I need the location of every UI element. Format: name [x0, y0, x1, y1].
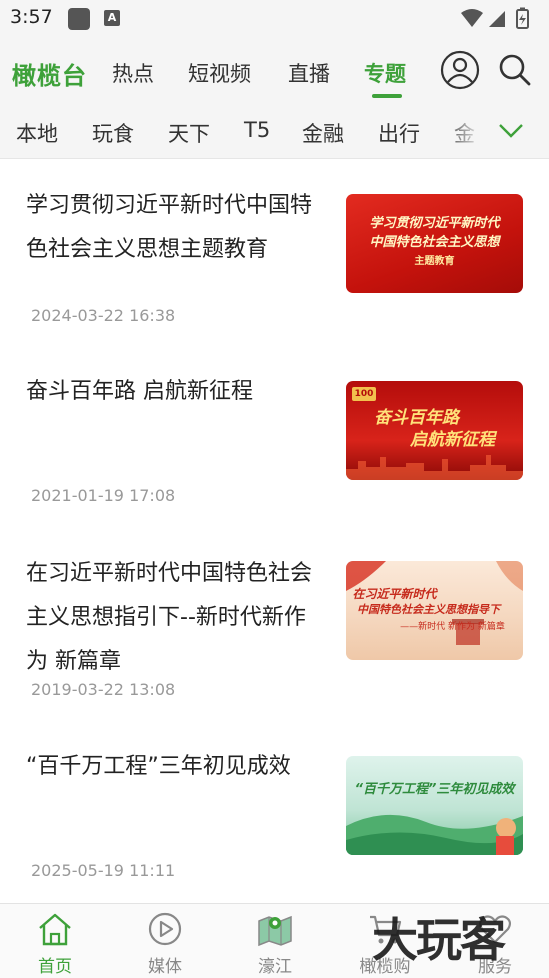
- tab-hot[interactable]: 热点: [112, 58, 154, 88]
- watermark: 大玩客: [372, 913, 506, 967]
- article-title[interactable]: 学习贯彻习近平新时代中国特色社会主义思想主题教育: [26, 184, 326, 272]
- channel-world[interactable]: 天下: [168, 118, 210, 148]
- status-time: 3:57: [10, 6, 53, 28]
- article-thumbnail[interactable]: 在习近平新时代 中国特色社会主义思想指导下 ——新时代 新作为 新篇章: [346, 561, 523, 660]
- channel-bar: 本地 玩食 天下 T5 金融 出行 金: [0, 102, 549, 159]
- bottom-nav-label: 媒体: [148, 957, 182, 977]
- article-thumbnail[interactable]: “百千万工程”三年初见成效: [346, 756, 523, 855]
- thumb-text: ——新时代 新作为 新篇章: [400, 622, 505, 632]
- bottom-nav-macau[interactable]: 濠江: [220, 904, 330, 978]
- tab-live[interactable]: 直播: [288, 58, 330, 88]
- article-date: 2024-03-22 16:38: [31, 306, 176, 325]
- chevron-down-icon[interactable]: [498, 122, 524, 144]
- thumb-text: 主题教育: [414, 256, 455, 267]
- channel-food[interactable]: 玩食: [92, 118, 134, 148]
- thumb-text: 启航新征程: [410, 430, 495, 450]
- channel-travel[interactable]: 出行: [378, 118, 420, 148]
- channel-local[interactable]: 本地: [16, 118, 58, 148]
- app-notification-icon: A: [104, 10, 120, 26]
- active-tab-indicator: [372, 94, 402, 98]
- signal-icon: [489, 11, 505, 27]
- bottom-nav-media[interactable]: 媒体: [110, 904, 220, 978]
- article-date: 2019-03-22 13:08: [31, 680, 176, 699]
- search-icon[interactable]: [497, 52, 533, 92]
- tab-topics[interactable]: 专题: [364, 58, 406, 88]
- thumb-text: “百千万工程”三年初见成效: [354, 782, 515, 797]
- article-title[interactable]: “百千万工程”三年初见成效: [26, 745, 326, 789]
- thumb-text: 在习近平新时代: [352, 587, 437, 601]
- channel-fade: [440, 102, 549, 158]
- channel-finance[interactable]: 金融: [302, 118, 344, 148]
- article-thumbnail[interactable]: 学习贯彻习近平新时代 中国特色社会主义思想 主题教育: [346, 194, 523, 293]
- bottom-nav-label: 濠江: [258, 957, 292, 977]
- skyline-graphic: [346, 455, 523, 480]
- tab-short-video[interactable]: 短视频: [188, 58, 251, 88]
- notification-icon: [68, 8, 90, 30]
- home-icon: [37, 911, 73, 951]
- map-icon: [257, 911, 293, 951]
- article-title[interactable]: 奋斗百年路 启航新征程: [26, 370, 326, 414]
- article-thumbnail[interactable]: 100 奋斗百年路 启航新征程: [346, 381, 523, 480]
- article-date: 2025-05-19 11:11: [31, 861, 176, 880]
- user-icon[interactable]: [440, 50, 480, 94]
- thumb-text: 中国特色社会主义思想指导下: [357, 603, 500, 616]
- bottom-nav-home[interactable]: 首页: [0, 904, 110, 978]
- wifi-icon: [461, 9, 483, 27]
- channel-t5[interactable]: T5: [244, 118, 270, 142]
- thumb-text: 学习贯彻习近平新时代: [369, 216, 500, 231]
- thumb-text: 中国特色社会主义思想: [369, 235, 500, 250]
- bottom-nav-label: 首页: [38, 957, 72, 977]
- article-date: 2021-01-19 17:08: [31, 486, 176, 505]
- play-icon: [147, 911, 183, 951]
- app-logo[interactable]: 橄榄台: [12, 56, 87, 91]
- status-bar: 3:57 A: [0, 0, 549, 36]
- anniversary-badge: 100: [352, 387, 376, 401]
- top-nav: 橄榄台 热点 短视频 直播 专题: [0, 36, 549, 102]
- article-title[interactable]: 在习近平新时代中国特色社会主义思想指引下--新时代新作为 新篇章: [26, 552, 326, 684]
- status-icons: [459, 6, 539, 34]
